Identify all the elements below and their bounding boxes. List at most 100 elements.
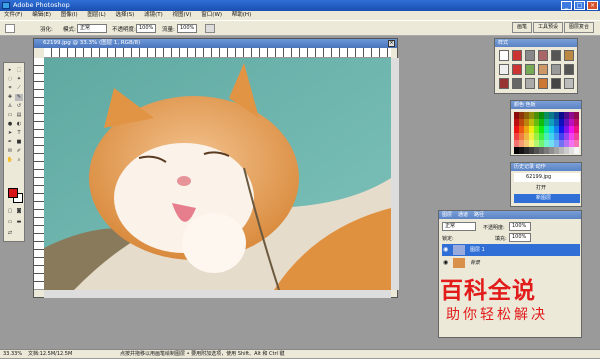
opacity-label: 不透明度: xyxy=(112,27,136,33)
dodge-tool-icon[interactable]: ◐ xyxy=(15,121,23,128)
style-tile[interactable] xyxy=(551,50,561,61)
eraser-tool-icon[interactable]: ▭ xyxy=(6,112,14,119)
color-swatch[interactable] xyxy=(574,119,579,126)
style-tile[interactable] xyxy=(512,64,522,75)
tab-tool-presets[interactable]: 工具预设 xyxy=(532,22,563,33)
color-swatch[interactable] xyxy=(574,112,579,119)
maximize-button[interactable]: □ xyxy=(574,1,585,10)
style-tile[interactable] xyxy=(538,78,548,89)
horizontal-scrollbar[interactable] xyxy=(44,290,391,298)
style-tile[interactable] xyxy=(564,64,574,75)
minimize-button[interactable]: _ xyxy=(561,1,572,10)
horizontal-ruler xyxy=(44,48,391,58)
blur-tool-icon[interactable]: ● xyxy=(6,121,14,128)
history-item-open[interactable]: 打开 xyxy=(514,184,580,193)
quick-mask-off-icon[interactable]: ▢ xyxy=(6,208,14,215)
tab-brushes[interactable]: 画笔 xyxy=(511,22,532,33)
marquee-tool-icon[interactable]: ⬚ xyxy=(15,67,23,74)
zoom-tool-icon[interactable]: ⌕ xyxy=(15,157,23,164)
style-tile[interactable] xyxy=(551,78,561,89)
history-brush-icon[interactable]: ↺ xyxy=(15,103,23,110)
full-screen-icon[interactable]: ▬ xyxy=(15,219,23,226)
style-tile[interactable] xyxy=(538,50,548,61)
cat-photo xyxy=(44,58,391,290)
quick-mask-on-icon[interactable]: ◙ xyxy=(15,208,23,215)
menu-image[interactable]: 图像(I) xyxy=(61,12,78,18)
tab-layers[interactable]: 图层 xyxy=(442,211,452,219)
path-select-icon[interactable]: ➤ xyxy=(6,130,14,137)
style-tile[interactable] xyxy=(525,78,535,89)
style-tile[interactable] xyxy=(525,64,535,75)
vertical-scrollbar[interactable] xyxy=(391,58,399,290)
style-tile[interactable] xyxy=(499,64,509,75)
fill-input[interactable]: 100% xyxy=(509,233,531,242)
opacity-input[interactable]: 100% xyxy=(136,24,156,33)
airbrush-icon[interactable] xyxy=(205,24,215,33)
brush-preset-icon[interactable] xyxy=(5,24,15,33)
style-tile[interactable] xyxy=(512,78,522,89)
menu-filter[interactable]: 滤镜(T) xyxy=(144,12,163,18)
flow-input[interactable]: 100% xyxy=(177,24,197,33)
healing-brush-icon[interactable]: ✚ xyxy=(6,94,14,101)
visibility-eye-icon[interactable]: ◉ xyxy=(443,259,450,266)
flow-label: 流量: xyxy=(162,27,175,33)
color-swatch[interactable] xyxy=(574,133,579,140)
color-swatch[interactable] xyxy=(574,147,579,154)
brush-tool-icon[interactable]: ✎ xyxy=(15,94,23,101)
color-swatch[interactable] xyxy=(574,140,579,147)
menu-edit[interactable]: 编辑(E) xyxy=(32,12,51,18)
styles-panel: 样式 xyxy=(494,38,578,94)
history-snapshot[interactable]: 62199.jpg xyxy=(514,173,580,182)
style-tile[interactable] xyxy=(512,50,522,61)
document-window: 62199.jpg @ 33.3% (图层 1, RGB/8) × xyxy=(33,38,399,298)
type-tool-icon[interactable]: T xyxy=(15,130,23,137)
shape-tool-icon[interactable]: ■ xyxy=(15,139,23,146)
layer-name: 背景 xyxy=(470,260,481,266)
style-tile[interactable] xyxy=(538,64,548,75)
document-close-button[interactable]: × xyxy=(388,40,395,47)
style-tile[interactable] xyxy=(499,78,509,89)
color-swatch[interactable] xyxy=(574,126,579,133)
style-tile[interactable] xyxy=(499,50,509,61)
imageready-icon[interactable]: ⇄ xyxy=(6,230,14,237)
style-tile[interactable] xyxy=(551,64,561,75)
blend-mode-select[interactable]: 正常 xyxy=(442,222,476,231)
style-tile[interactable] xyxy=(564,78,574,89)
menu-bar: 文件(F) 编辑(E) 图像(I) 图层(L) 选择(S) 滤镜(T) 视图(V… xyxy=(0,11,600,20)
history-item-new-layer[interactable]: 新图层 xyxy=(514,194,580,203)
hand-tool-icon[interactable]: ✋ xyxy=(6,157,14,164)
status-bar: 33.33% 文档:12.5M/12.5M 点按并拖移以用画笔绘制图层 • 要用… xyxy=(0,349,600,358)
lock-label: 锁定: xyxy=(442,236,454,242)
visibility-eye-icon[interactable]: ◉ xyxy=(443,246,450,253)
tab-layer-comps[interactable]: 图层复合 xyxy=(563,22,594,33)
foreground-color-swatch[interactable] xyxy=(8,188,18,198)
menu-file[interactable]: 文件(F) xyxy=(4,12,22,18)
close-button[interactable]: × xyxy=(587,1,598,10)
menu-help[interactable]: 帮助(H) xyxy=(232,12,251,18)
lasso-tool-icon[interactable]: ◌ xyxy=(6,76,14,83)
magic-wand-icon[interactable]: ✦ xyxy=(15,76,23,83)
gradient-tool-icon[interactable]: ▤ xyxy=(15,112,23,119)
move-tool-icon[interactable]: ▸ xyxy=(6,67,14,74)
mode-select[interactable]: 正常 xyxy=(77,24,107,33)
document-title-bar[interactable]: 62199.jpg @ 33.3% (图层 1, RGB/8) × xyxy=(34,39,397,48)
notes-tool-icon[interactable]: ✉ xyxy=(6,148,14,155)
layers-opacity-input[interactable]: 100% xyxy=(509,222,531,231)
slice-tool-icon[interactable]: ⟋ xyxy=(15,85,23,92)
stamp-tool-icon[interactable]: ♙ xyxy=(6,103,14,110)
tab-channels[interactable]: 通道 xyxy=(458,211,468,219)
menu-view[interactable]: 视图(V) xyxy=(172,12,191,18)
menu-select[interactable]: 选择(S) xyxy=(116,12,135,18)
styles-panel-title: 样式 xyxy=(495,39,577,47)
tab-paths[interactable]: 路径 xyxy=(474,211,484,219)
style-tile[interactable] xyxy=(525,50,535,61)
menu-layer[interactable]: 图层(L) xyxy=(87,12,105,18)
eyedropper-icon[interactable]: ✐ xyxy=(15,148,23,155)
crop-tool-icon[interactable]: ⌗ xyxy=(6,85,14,92)
pen-tool-icon[interactable]: ✒ xyxy=(6,139,14,146)
menu-window[interactable]: 窗口(W) xyxy=(201,12,222,18)
screen-mode-icon[interactable]: ▭ xyxy=(6,219,14,226)
watermark-title: 百科全说 xyxy=(440,278,536,304)
image-canvas[interactable] xyxy=(44,58,391,290)
style-tile[interactable] xyxy=(564,50,574,61)
